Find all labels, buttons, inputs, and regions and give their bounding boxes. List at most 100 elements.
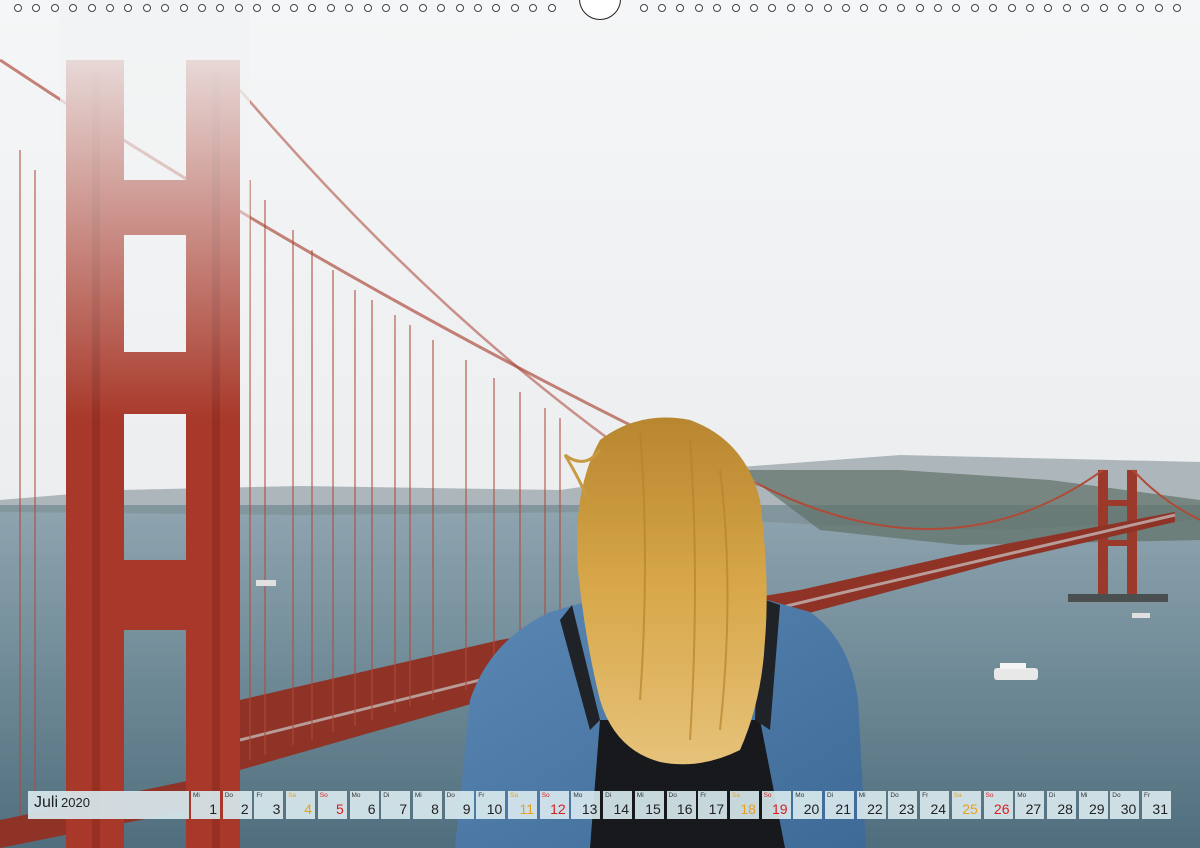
binding-hole — [1044, 4, 1053, 12]
weekday-label: Fr — [922, 792, 929, 799]
binding-hole — [842, 4, 850, 12]
binding-hole — [179, 4, 188, 12]
day-cell: Mi 29 — [1078, 791, 1108, 819]
binding-hole — [1136, 4, 1145, 12]
weekday-label: Fr — [1144, 792, 1151, 799]
day-number: 22 — [867, 801, 883, 817]
weekday-label: Sa — [510, 792, 518, 799]
day-number: 25 — [962, 801, 978, 817]
day-number: 15 — [645, 801, 661, 817]
binding-hole — [455, 4, 464, 12]
day-cell: So 26 — [983, 791, 1013, 819]
day-cell: So 5 — [317, 791, 347, 819]
binding-hole — [768, 4, 777, 12]
binding-hole — [860, 4, 869, 12]
binding-hole — [529, 4, 538, 12]
binding-hole — [823, 4, 832, 12]
day-number: 29 — [1089, 801, 1105, 817]
binding-hole — [308, 4, 317, 12]
day-cell: Fr 10 — [476, 791, 506, 819]
day-number: 14 — [613, 801, 630, 817]
day-cell: Sa 18 — [729, 791, 759, 819]
weekday-label: Do — [668, 792, 677, 799]
day-cell: Do 23 — [888, 791, 918, 819]
day-cell: Mo 6 — [349, 791, 379, 819]
binding-hole — [198, 4, 206, 12]
day-cell: Do 9 — [444, 791, 474, 819]
day-cell: Mo 27 — [1015, 791, 1045, 819]
binding-hole — [970, 4, 979, 12]
day-cell: Fr 3 — [254, 791, 284, 819]
day-cell: Di 7 — [381, 791, 411, 819]
binding-hole — [915, 4, 924, 12]
binding-hole — [69, 4, 78, 12]
day-cell: Mi 22 — [856, 791, 886, 819]
day-number: 27 — [1025, 801, 1042, 817]
day-cell: Di 28 — [1046, 791, 1076, 819]
weekday-label: So — [319, 792, 328, 799]
weekday-label: Fr — [478, 792, 485, 799]
weekday-label: Fr — [256, 792, 263, 799]
binding-hole — [897, 4, 906, 12]
month-label: Juli 2020 — [28, 791, 189, 819]
binding-hole — [1026, 4, 1034, 12]
binding-hole — [418, 4, 427, 12]
day-number: 28 — [1057, 801, 1073, 817]
day-number: 23 — [898, 801, 915, 817]
day-number: 12 — [550, 801, 566, 817]
binding-hole — [253, 4, 262, 12]
weekday-label: Fr — [700, 792, 707, 799]
binding-hole — [713, 4, 722, 12]
day-cell: Do 2 — [222, 791, 252, 819]
binding-hole — [382, 4, 390, 12]
binding-hole — [142, 4, 151, 12]
binding-hole — [658, 4, 666, 12]
binding-hole — [731, 4, 740, 12]
day-number: 8 — [431, 801, 439, 817]
binding-hole — [1062, 4, 1071, 12]
day-cell: Mi 1 — [191, 791, 220, 819]
binding-hole — [50, 4, 59, 12]
day-number: 2 — [240, 801, 249, 817]
binding-hole — [694, 4, 703, 12]
golden-gate-scene — [0, 0, 1200, 848]
weekday-label: Di — [1048, 792, 1056, 799]
day-cell: Di 14 — [603, 791, 633, 819]
calendar-photo — [0, 0, 1200, 848]
binding-hole — [474, 4, 482, 12]
month-year: 2020 — [61, 795, 90, 810]
hanger-hook — [579, 0, 621, 20]
day-cell: So 12 — [539, 791, 569, 819]
weekday-label: Sa — [953, 792, 962, 799]
day-cell: Fr 24 — [920, 791, 950, 819]
day-number: 10 — [486, 801, 503, 817]
day-number: 9 — [462, 801, 471, 817]
day-number: 13 — [581, 801, 598, 817]
binding-hole — [952, 4, 961, 12]
binding-hole — [326, 4, 335, 12]
day-cell: Fr 31 — [1142, 791, 1171, 819]
binding-hole — [106, 4, 114, 12]
binding-hole — [14, 4, 22, 12]
weekday-label: Mo — [795, 792, 805, 799]
binding-hole — [676, 4, 685, 12]
weekday-label: Mi — [414, 792, 422, 799]
day-number: 30 — [1120, 801, 1137, 817]
day-cell: Di 21 — [825, 791, 854, 819]
weekday-label: So — [763, 792, 772, 799]
binding-hole — [1007, 4, 1016, 12]
binding-hole — [639, 4, 648, 12]
binding-hole — [510, 4, 519, 12]
calendar-strip: Juli 2020 Mi 1 Do 2 Fr 3 Sa 4 So 5 Mo 6 Di 7 Mi 8 Do 9 Fr 10… — [28, 791, 1172, 819]
weekday-label: Sa — [731, 792, 740, 799]
weekday-label: Mi — [636, 792, 644, 799]
binding-hole — [1099, 4, 1108, 12]
binding-hole — [161, 4, 170, 12]
weekday-label: Do — [1112, 792, 1121, 799]
day-cell: Mo 13 — [571, 791, 601, 819]
weekday-label: Mo — [351, 792, 361, 799]
wire-binding — [0, 0, 1200, 22]
binding-hole — [492, 4, 501, 12]
binding-hole — [363, 4, 372, 12]
day-number: 6 — [367, 801, 376, 817]
